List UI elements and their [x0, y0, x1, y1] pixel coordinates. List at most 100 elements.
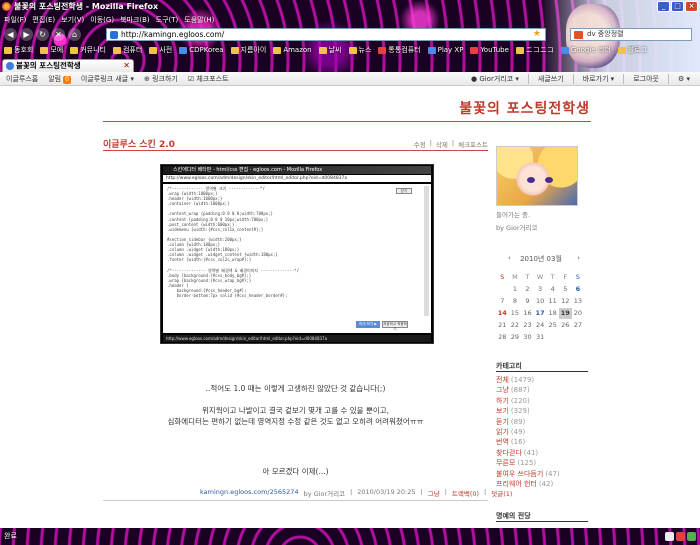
calendar-day[interactable]: 5 [559, 284, 572, 295]
category-item[interactable]: 듣기 (89) [496, 417, 596, 427]
menu-help[interactable]: 도움말(H) [184, 14, 214, 26]
bookmark-item[interactable]: 모에 [40, 43, 63, 57]
calendar-day[interactable]: 22 [509, 320, 522, 331]
bookmark-item[interactable]: ニコニコ [515, 43, 554, 57]
post-title[interactable]: 이글루스 스킨 2.0 [103, 137, 175, 150]
menu-go[interactable]: 이동(G) [90, 14, 114, 26]
calendar-day[interactable]: 1 [509, 284, 522, 295]
calendar-day[interactable]: 6 [572, 284, 585, 295]
calendar-day[interactable]: 31 [534, 332, 547, 343]
blog-title[interactable]: 불꽃의 포스팅전학생 [459, 98, 590, 118]
forward-arrow-icon[interactable]: ▶ [20, 28, 33, 41]
home-icon[interactable]: ⌂ [68, 28, 81, 41]
calendar-day[interactable]: 9 [521, 296, 534, 307]
edit-link[interactable]: 수정 [414, 139, 426, 149]
menu-tools[interactable]: 도구(T) [156, 14, 179, 26]
menu-view[interactable]: 보기(V) [61, 14, 84, 26]
new-post-link[interactable]: 새글쓰기 [538, 72, 564, 86]
close-button[interactable]: × [685, 1, 698, 12]
bookmark-item[interactable]: 지름아이 [230, 43, 266, 57]
bookmark-item[interactable]: YouTube [470, 43, 509, 57]
category-item[interactable]: 전체 (1479) [496, 375, 596, 385]
category-item[interactable]: 불여우 쓰다듬기 (47) [496, 469, 596, 479]
calendar-day[interactable]: 24 [534, 320, 547, 331]
calendar-day[interactable]: 10 [534, 296, 547, 307]
addon-icon[interactable] [665, 532, 674, 541]
menu-edit[interactable]: 편집(E) [32, 14, 55, 26]
calendar-day[interactable]: 21 [496, 320, 509, 331]
calendar-day[interactable]: 8 [509, 296, 522, 307]
category-item[interactable]: 보기 (329) [496, 406, 596, 416]
comments-link[interactable]: 덧글(1) [491, 488, 512, 498]
maximize-button[interactable]: □ [671, 1, 684, 12]
post-category-link[interactable]: 그냥 [428, 488, 440, 498]
profile-author[interactable]: by Gior거리코 [496, 222, 537, 232]
menu-bookmarks[interactable]: 북마크(B) [120, 14, 150, 26]
bookmark-item[interactable]: 커뮤니티 [70, 43, 106, 57]
calendar-day[interactable]: 17 [534, 308, 547, 319]
back-arrow-icon[interactable]: ◀ [4, 28, 17, 41]
calendar-day[interactable]: 16 [521, 308, 534, 319]
bookmark-item[interactable]: 뉴스 [348, 43, 371, 57]
delete-link[interactable]: 삭제 [436, 139, 448, 149]
bookmark-item[interactable]: 동호회 [4, 43, 33, 57]
trackback-link[interactable]: 트랙백(0) [452, 488, 479, 498]
category-item[interactable]: 찾다걷다 (41) [496, 448, 596, 458]
calendar-day[interactable]: 20 [572, 308, 585, 319]
egloos-home-link[interactable]: 이글루스홈 [6, 72, 38, 86]
bookmark-item[interactable]: Amazon [273, 43, 312, 57]
calendar-day[interactable]: 12 [559, 296, 572, 307]
calendar-day[interactable]: 23 [521, 320, 534, 331]
reload-icon[interactable]: ↻ [36, 28, 49, 41]
tab-close-icon[interactable]: ✕ [123, 60, 130, 72]
category-item[interactable]: 번역 (16) [496, 437, 596, 447]
permalink[interactable]: kamingn.egloos.com/2565274 [200, 488, 299, 498]
calendar-day[interactable]: 14 [496, 308, 509, 319]
bookmark-item[interactable]: Play XP [427, 43, 463, 57]
category-item[interactable]: 하기 (220) [496, 396, 596, 406]
calendar-day[interactable]: 2 [521, 284, 534, 295]
calendar-day[interactable]: 3 [534, 284, 547, 295]
bookmark-item[interactable]: 통통컴퓨터 [378, 43, 421, 57]
calendar-day[interactable]: 11 [546, 296, 559, 307]
stop-icon[interactable]: ✕ [52, 28, 65, 41]
profile-avatar[interactable] [496, 146, 578, 206]
calendar-day[interactable]: 7 [496, 296, 509, 307]
calendar-next-icon[interactable]: › [577, 254, 580, 262]
menu-file[interactable]: 파일(F) [4, 14, 26, 26]
bookmark-star-icon[interactable]: ★ [533, 29, 541, 40]
calendar-day[interactable]: 27 [572, 320, 585, 331]
settings-gear-icon[interactable]: ⚙ ▾ [678, 72, 690, 86]
bookmark-item[interactable]: 사전 [149, 43, 172, 57]
search-engine-icon[interactable] [574, 31, 583, 39]
logout-link[interactable]: 로그아웃 [633, 72, 659, 86]
calendar-day[interactable]: 4 [546, 284, 559, 295]
bookmark-item[interactable]: Google 리더 [560, 43, 611, 57]
checkpost-button[interactable]: ☑ 체크포스트 [188, 72, 229, 86]
egloo-link-new-menu[interactable]: 이글루링크 새글 ▾ [81, 72, 134, 86]
calendar-day[interactable]: 26 [559, 320, 572, 331]
abp-icon[interactable] [676, 532, 685, 541]
calendar-day[interactable]: 28 [496, 332, 509, 343]
calendar-day[interactable]: 18 [546, 308, 559, 319]
calendar-day[interactable]: 15 [509, 308, 522, 319]
notify-link[interactable]: 알림 0 [48, 72, 71, 86]
calendar-day[interactable]: 29 [509, 332, 522, 343]
security-icon[interactable] [687, 532, 696, 541]
search-input[interactable]: dv 중앙정렬 [570, 28, 692, 41]
tab-blog[interactable]: 불꽃의 포스팅전학생 ✕ [2, 59, 134, 72]
category-item[interactable]: 그냥 (887) [496, 385, 596, 395]
category-item[interactable]: 읽기 (49) [496, 427, 596, 437]
calendar-day[interactable]: 19 [558, 308, 572, 319]
user-menu[interactable]: ● Gior거리코 ▾ [471, 72, 519, 86]
bookmark-item[interactable]: CDPKorea [179, 43, 224, 57]
shortcut-menu[interactable]: 바로가기 ▾ [583, 72, 615, 86]
link-add-button[interactable]: ⊕ 링크하기 [144, 72, 178, 86]
category-item[interactable]: 프리웨어 헌터 (42) [496, 479, 596, 489]
minimize-button[interactable]: _ [657, 1, 670, 12]
bookmark-item[interactable]: 날씨 [318, 43, 342, 57]
calendar-day[interactable]: 25 [546, 320, 559, 331]
bookmark-item[interactable]: 블로그 [617, 43, 647, 57]
calendar-day[interactable]: 13 [572, 296, 585, 307]
bookmark-item[interactable]: 컴퓨터 [112, 43, 142, 57]
